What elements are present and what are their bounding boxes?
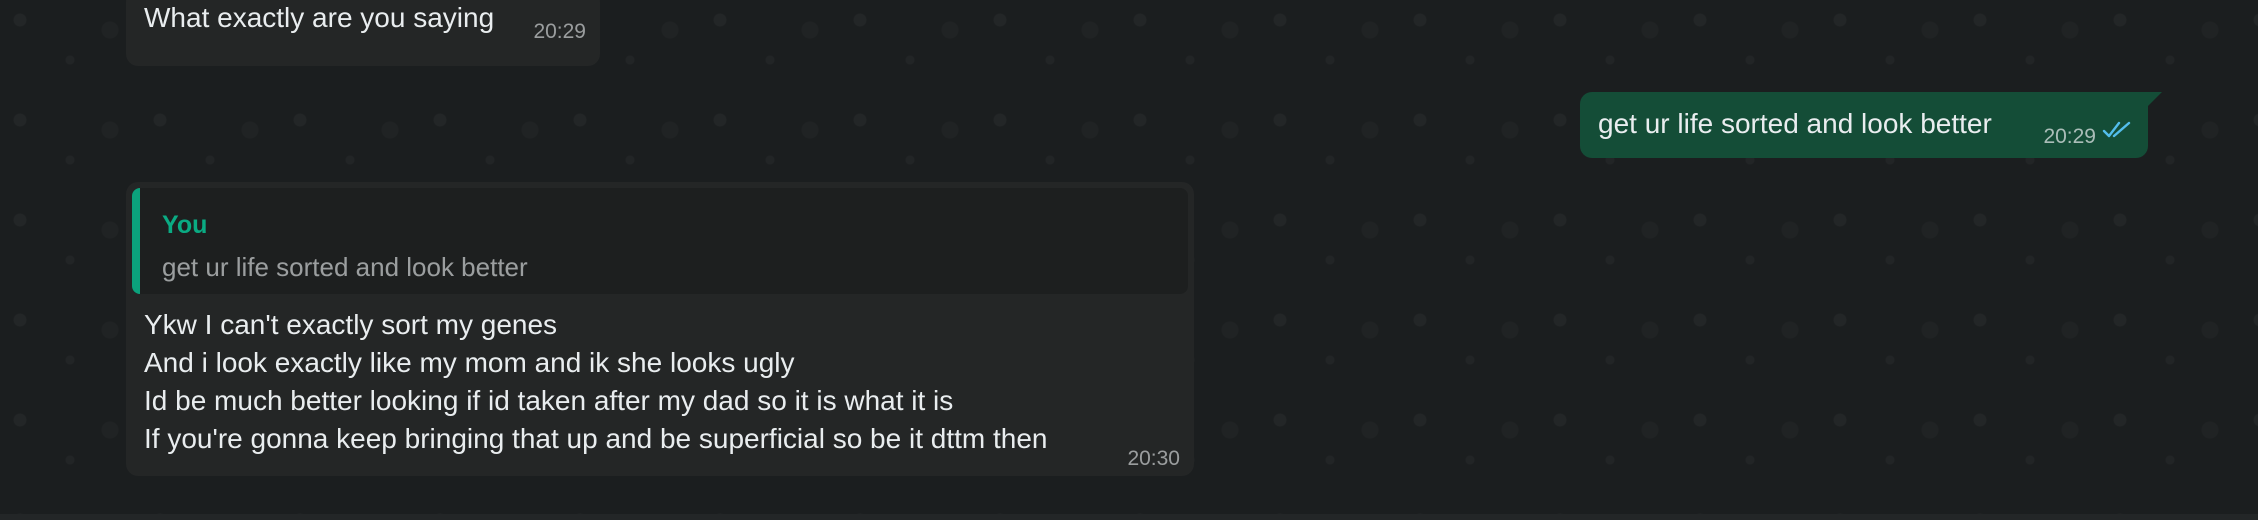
- quote-text: get ur life sorted and look better: [162, 252, 528, 282]
- message-time: 20:29: [533, 20, 586, 43]
- message-bubble-outgoing[interactable]: get ur life sorted and look better 20:29: [1580, 92, 2162, 158]
- quote-author: You: [162, 211, 208, 239]
- message-time: 20:30: [1127, 447, 1180, 470]
- composer-edge: [0, 514, 2258, 520]
- message-line: Id be much better looking if id taken af…: [144, 385, 954, 416]
- message-text: Ykw I can't exactly sort my genes And i …: [144, 306, 1048, 458]
- message-line: If you're gonna keep bringing that up an…: [144, 423, 1048, 454]
- message-line: Ykw I can't exactly sort my genes: [144, 309, 558, 340]
- message-bubble-incoming-reply[interactable]: You get ur life sorted and look better Y…: [126, 182, 1194, 476]
- quote-accent-bar: [132, 188, 140, 294]
- double-check-read-icon: [2102, 121, 2131, 138]
- bubble-tail: [2148, 92, 2162, 106]
- quoted-message[interactable]: You get ur life sorted and look better: [132, 188, 1188, 294]
- message-time: 20:29: [2043, 125, 2096, 148]
- message-bubble-incoming[interactable]: What exactly are you saying 20:29: [126, 0, 600, 66]
- message-line: And i look exactly like my mom and ik sh…: [144, 347, 795, 378]
- message-text: get ur life sorted and look better: [1598, 108, 1992, 139]
- message-text: What exactly are you saying: [144, 2, 495, 33]
